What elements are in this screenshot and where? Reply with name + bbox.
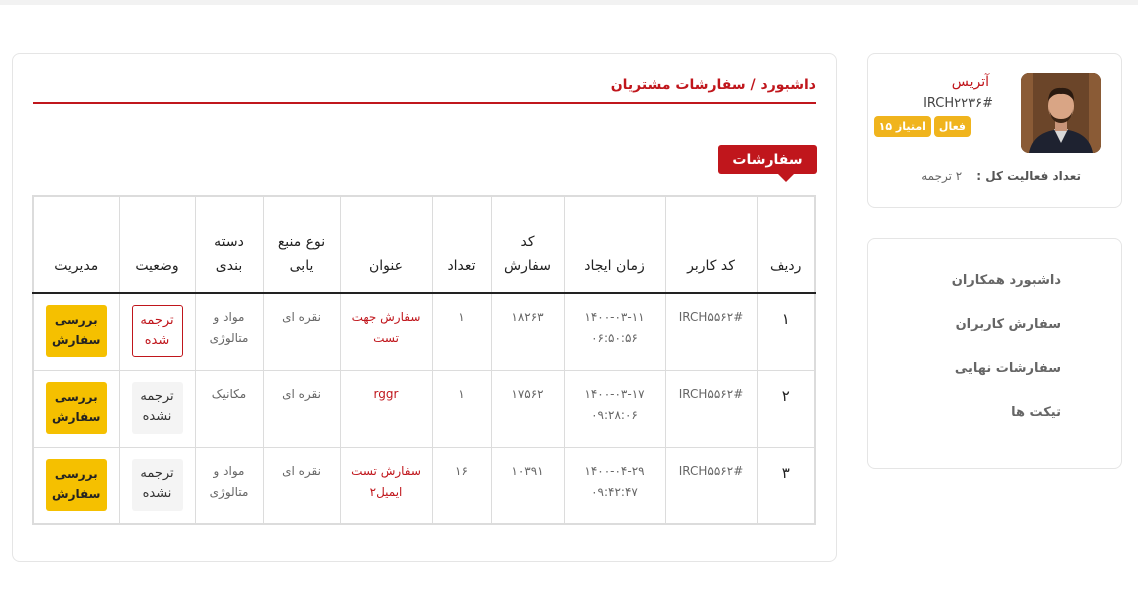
created-date: ۱۴۰۰-۰۴-۲۹ <box>584 463 645 478</box>
review-order-button[interactable]: بررسی سفارش <box>45 381 107 434</box>
breadcrumb: داشبورد / سفارشات مشتریان <box>610 77 816 93</box>
activity-value: ۲ ترجمه <box>921 169 963 183</box>
sidebar-item-tickets[interactable]: تیکت ها <box>1011 405 1061 420</box>
table-row: ۱ #IRCH۵۵۶۲ ۱۴۰۰-۰۳-۱۱ ۰۶:۵۰:۵۶ ۱۸۲۶۳ ۱ … <box>32 292 816 371</box>
category: مواد و متالوژی <box>194 292 264 371</box>
profile-badges: ۱۵ امتیاز فعال <box>873 116 971 137</box>
col-header-management: مدیریت <box>32 195 120 294</box>
review-order-button[interactable]: بررسی سفارش <box>45 458 107 511</box>
quantity: ۱ <box>431 292 492 371</box>
created-date: ۱۴۰۰-۰۳-۱۱ <box>584 310 645 324</box>
order-code: ۱۸۲۶۳ <box>490 292 565 371</box>
category: مکانیک <box>194 369 264 448</box>
order-title: سفارش تست ایمیل۲ <box>339 446 433 525</box>
user-code: #IRCH۵۵۶۲ <box>664 446 758 525</box>
status-cell: ترجمه نشده <box>118 369 196 448</box>
table-row: ۳ #IRCH۵۵۶۲ ۱۴۰۰-۰۴-۲۹ ۰۹:۴۲:۴۷ ۱۰۳۹۱ ۱۶… <box>32 446 816 525</box>
order-code: ۱۷۵۶۲ <box>490 369 565 448</box>
management-cell: بررسی سفارش <box>32 292 120 371</box>
sidebar-nav: داشبورد همکاران سفارش کاربران سفارشات نه… <box>867 238 1122 469</box>
profile-card: آتریس #IRCH۲۲۳۶ ۱۵ امتیاز فعال تعداد فعا… <box>867 53 1122 208</box>
order-title: rggr <box>339 369 433 448</box>
orders-card: داشبورد / سفارشات مشتریان سفارشات ردیف ک… <box>12 53 837 562</box>
table-header-row: ردیف کد کاربر زمان ایجاد کد سفارش تعداد … <box>32 195 816 294</box>
created-at: ۱۴۰۰-۰۳-۱۷ ۰۹:۲۸:۰۶ <box>563 369 666 448</box>
col-header-user-code: کد کاربر <box>664 195 758 294</box>
table-row: ۲ #IRCH۵۵۶۲ ۱۴۰۰-۰۳-۱۷ ۰۹:۲۸:۰۶ ۱۷۵۶۲ ۱ … <box>32 369 816 448</box>
activity-label: تعداد فعالیت کل : <box>976 169 1081 183</box>
created-time: ۰۹:۲۸:۰۶ <box>591 407 638 422</box>
sidebar-item-colleagues-dashboard[interactable]: داشبورد همکاران <box>952 273 1061 288</box>
source-type: نقره ای <box>262 369 341 448</box>
created-time: ۰۹:۴۲:۴۷ <box>591 484 638 499</box>
col-header-title: عنوان <box>339 195 433 294</box>
order-title: سفارش جهت تست <box>339 292 433 371</box>
col-header-order-code: کد سفارش <box>490 195 565 294</box>
col-header-status: وضعیت <box>118 195 196 294</box>
created-at: ۱۴۰۰-۰۳-۱۱ ۰۶:۵۰:۵۶ <box>563 292 666 371</box>
row-number: ۲ <box>756 369 816 448</box>
order-code: ۱۰۳۹۱ <box>490 446 565 525</box>
category: مواد و متالوژی <box>194 446 264 525</box>
orders-table: ردیف کد کاربر زمان ایجاد کد سفارش تعداد … <box>32 195 816 525</box>
user-code: #IRCH۵۵۶۲ <box>664 369 758 448</box>
user-code: #IRCH۵۵۶۲ <box>664 292 758 371</box>
top-bar <box>0 0 1138 5</box>
col-header-created: زمان ایجاد <box>563 195 666 294</box>
col-header-row: ردیف <box>756 195 816 294</box>
user-photo-icon <box>1021 73 1101 153</box>
col-header-category: دسته بندی <box>194 195 264 294</box>
points-badge: ۱۵ امتیاز <box>873 116 931 137</box>
quantity: ۱۶ <box>431 446 492 525</box>
management-cell: بررسی سفارش <box>32 369 120 448</box>
status-badge: ترجمه نشده <box>131 458 183 511</box>
review-order-button[interactable]: بررسی سفارش <box>45 305 107 357</box>
source-type: نقره ای <box>262 446 341 525</box>
row-number: ۱ <box>756 292 816 371</box>
management-cell: بررسی سفارش <box>32 446 120 525</box>
sidebar-item-user-orders[interactable]: سفارش کاربران <box>956 317 1061 332</box>
breadcrumb-divider <box>33 102 816 104</box>
activity-summary: تعداد فعالیت کل : ۲ ترجمه <box>921 169 1081 183</box>
col-header-qty: تعداد <box>431 195 492 294</box>
sidebar-item-final-orders[interactable]: سفارشات نهایی <box>955 361 1061 376</box>
source-type: نقره ای <box>262 292 341 371</box>
row-number: ۳ <box>756 446 816 525</box>
status-cell: ترجمه شده <box>118 292 196 371</box>
active-badge: فعال <box>933 116 971 137</box>
status-badge: ترجمه شده <box>131 305 183 357</box>
tab-orders[interactable]: سفارشات <box>718 145 817 182</box>
status-badge: ترجمه نشده <box>131 381 183 434</box>
status-cell: ترجمه نشده <box>118 446 196 525</box>
created-date: ۱۴۰۰-۰۳-۱۷ <box>584 386 645 401</box>
profile-name: آتریس <box>951 74 989 90</box>
col-header-source: نوع منبع یابی <box>262 195 341 294</box>
profile-code: #IRCH۲۲۳۶ <box>923 96 993 111</box>
created-time: ۰۶:۵۰:۵۶ <box>591 331 638 345</box>
created-at: ۱۴۰۰-۰۴-۲۹ ۰۹:۴۲:۴۷ <box>563 446 666 525</box>
quantity: ۱ <box>431 369 492 448</box>
avatar[interactable] <box>1021 73 1101 153</box>
